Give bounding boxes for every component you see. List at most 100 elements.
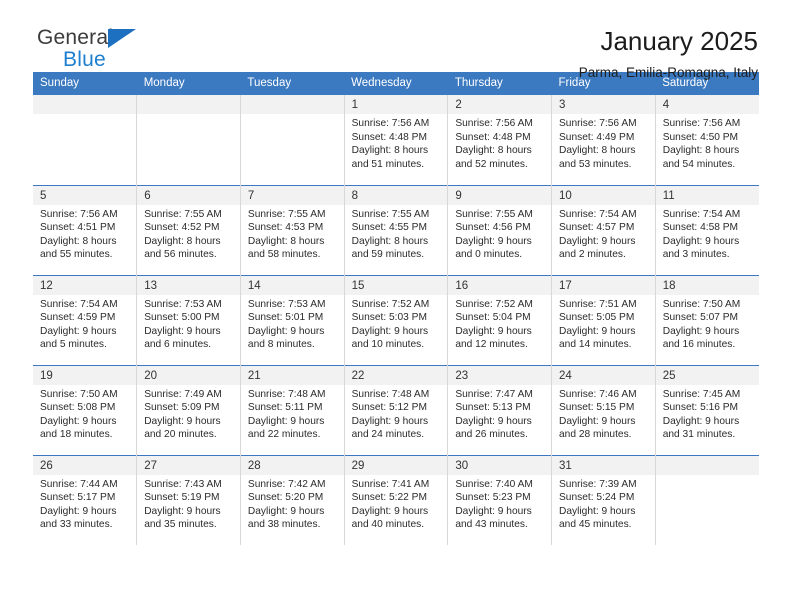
day-info-sunrise: Sunrise: 7:45 AM: [662, 388, 741, 400]
calendar-day-cell[interactable]: 4 Sunrise: 7:56 AM Sunset: 4:50 PM Daylight…: [655, 95, 759, 185]
day-info: Sunrise: 7:56 AM Sunset: 4:48 PM Daylight:…: [345, 114, 448, 171]
calendar-day-cell[interactable]: 21 Sunrise: 7:48 AM Sunset: 5:11 PM Dayligh…: [240, 364, 345, 455]
day-info-sunset: Sunset: 4:56 PM: [455, 222, 531, 234]
calendar-day-cell[interactable]: 17 Sunrise: 7:51 AM Sunset: 5:05 PM Dayligh…: [551, 274, 656, 365]
calendar-day-cell[interactable]: 2 Sunrise: 7:56 AM Sunset: 4:48 PM Daylight…: [447, 95, 553, 185]
day-info-sunrise: Sunrise: 7:55 AM: [247, 208, 326, 220]
calendar-day-cell[interactable]: 11 Sunrise: 7:54 AM Sunset: 4:58 PM Dayligh…: [655, 184, 759, 275]
day-number: 19: [33, 365, 137, 385]
calendar-day-cell[interactable]: 27 Sunrise: 7:43 AM Sunset: 5:19 PM Dayligh…: [136, 454, 241, 545]
day-info-sunrise: Sunrise: 7:41 AM: [351, 478, 430, 490]
day-info: Sunrise: 7:55 AM Sunset: 4:55 PM Daylight:…: [345, 205, 448, 262]
day-info-sunset: Sunset: 4:51 PM: [40, 222, 116, 234]
day-info-sunrise: Sunrise: 7:50 AM: [662, 298, 741, 310]
day-info-daylight1: Daylight: 9 hours: [144, 505, 221, 517]
day-cell-content: [33, 95, 137, 185]
calendar-day-cell[interactable]: 15 Sunrise: 7:52 AM Sunset: 5:03 PM Dayligh…: [344, 274, 449, 365]
day-number: 6: [137, 185, 240, 205]
day-info-sunset: Sunset: 4:57 PM: [559, 222, 635, 234]
day-info-daylight1: Daylight: 9 hours: [351, 505, 429, 517]
day-info-sunset: Sunset: 5:23 PM: [455, 492, 531, 504]
day-cell-content: 1 Sunrise: 7:56 AM Sunset: 4:48 PM Daylight…: [344, 95, 448, 185]
day-info-daylight1: Daylight: 8 hours: [247, 235, 325, 247]
day-info-daylight2: and 6 minutes.: [144, 339, 212, 351]
calendar-page: General Blue January 2025 Parma, Emilia-…: [0, 0, 792, 612]
day-info-sunset: Sunset: 5:19 PM: [144, 492, 220, 504]
calendar-day-cell[interactable]: 13 Sunrise: 7:53 AM Sunset: 5:00 PM Dayligh…: [136, 274, 241, 365]
day-cell-content: 9 Sunrise: 7:55 AM Sunset: 4:56 PM Daylight…: [448, 185, 552, 275]
day-number: 11: [655, 185, 759, 205]
day-info: Sunrise: 7:54 AM Sunset: 4:59 PM Daylight:…: [33, 295, 136, 352]
calendar-day-cell[interactable]: 23 Sunrise: 7:47 AM Sunset: 5:13 PM Dayligh…: [447, 364, 553, 455]
calendar-day-cell[interactable]: 24 Sunrise: 7:46 AM Sunset: 5:15 PM Dayligh…: [551, 364, 656, 455]
day-info-daylight2: and 0 minutes.: [455, 249, 523, 261]
day-cell-content: 19 Sunrise: 7:50 AM Sunset: 5:08 PM Dayligh…: [33, 365, 137, 455]
day-info-sunset: Sunset: 5:08 PM: [40, 402, 116, 414]
day-cell-content: 25 Sunrise: 7:45 AM Sunset: 5:16 PM Dayligh…: [655, 365, 759, 455]
day-info-daylight2: and 54 minutes.: [662, 158, 736, 170]
calendar-day-cell[interactable]: 28 Sunrise: 7:42 AM Sunset: 5:20 PM Dayligh…: [240, 454, 345, 546]
calendar-day-cell[interactable]: 5 Sunrise: 7:56 AM Sunset: 4:51 PM Daylight…: [33, 184, 138, 275]
day-info-daylight1: Daylight: 9 hours: [559, 235, 636, 247]
day-info-sunrise: Sunrise: 7:39 AM: [559, 478, 637, 490]
calendar-day-cell[interactable]: 20 Sunrise: 7:49 AM Sunset: 5:09 PM Dayligh…: [136, 364, 241, 455]
day-info-sunrise: Sunrise: 7:55 AM: [455, 208, 533, 220]
day-info-daylight1: Daylight: 9 hours: [40, 415, 117, 427]
calendar-day-cell[interactable]: 16 Sunrise: 7:52 AM Sunset: 5:04 PM Dayligh…: [447, 274, 553, 365]
calendar-day-cell[interactable]: 3 Sunrise: 7:56 AM Sunset: 4:49 PM Daylight…: [551, 95, 656, 185]
calendar-day-cell[interactable]: 10 Sunrise: 7:54 AM Sunset: 4:57 PM Dayligh…: [551, 184, 656, 275]
day-cell-content: [137, 95, 240, 185]
day-number: 14: [240, 275, 344, 295]
calendar-day-cell[interactable]: 7 Sunrise: 7:55 AM Sunset: 4:53 PM Daylight…: [240, 184, 345, 275]
calendar-day-cell[interactable]: 31 Sunrise: 7:39 AM Sunset: 5:24 PM Dayligh…: [551, 454, 656, 545]
day-info-sunset: Sunset: 5:12 PM: [351, 402, 427, 414]
day-cell-content: 23 Sunrise: 7:47 AM Sunset: 5:13 PM Dayligh…: [448, 365, 552, 455]
day-info-daylight2: and 12 minutes.: [455, 339, 528, 351]
day-cell-content: 12 Sunrise: 7:54 AM Sunset: 4:59 PM Dayligh…: [33, 275, 137, 365]
triangle-flag-icon: [108, 29, 136, 48]
day-info-sunset: Sunset: 4:55 PM: [351, 222, 427, 234]
day-info-sunset: Sunset: 5:04 PM: [455, 312, 531, 324]
day-info-daylight2: and 20 minutes.: [144, 429, 217, 441]
day-cell-content: [240, 95, 344, 185]
calendar-day-cell[interactable]: 18 Sunrise: 7:50 AM Sunset: 5:07 PM Dayligh…: [655, 274, 759, 365]
day-cell-content: 24 Sunrise: 7:46 AM Sunset: 5:15 PM Dayligh…: [552, 365, 655, 455]
day-info-daylight2: and 43 minutes.: [455, 519, 528, 531]
day-info-sunset: Sunset: 5:09 PM: [144, 402, 220, 414]
calendar-day-cell[interactable]: 6 Sunrise: 7:55 AM Sunset: 4:52 PM Daylight…: [136, 184, 241, 275]
calendar-day-cell[interactable]: 8 Sunrise: 7:55 AM Sunset: 4:55 PM Daylight…: [344, 184, 449, 275]
day-info-daylight2: and 8 minutes.: [247, 339, 315, 351]
logo[interactable]: General Blue: [33, 26, 213, 78]
day-cell-content: 28 Sunrise: 7:42 AM Sunset: 5:20 PM Dayligh…: [240, 455, 344, 546]
calendar-day-cell[interactable]: 29 Sunrise: 7:41 AM Sunset: 5:22 PM Dayligh…: [344, 454, 449, 545]
calendar-day-cell[interactable]: 19 Sunrise: 7:50 AM Sunset: 5:08 PM Dayligh…: [33, 364, 138, 455]
calendar-day-cell[interactable]: 12 Sunrise: 7:54 AM Sunset: 4:59 PM Dayligh…: [33, 274, 138, 365]
day-info-daylight2: and 45 minutes.: [559, 519, 632, 531]
day-number: 1: [344, 95, 448, 114]
day-info-daylight1: Daylight: 9 hours: [455, 235, 532, 247]
day-number: 24: [552, 365, 655, 385]
day-number: 30: [448, 455, 552, 475]
calendar-day-cell[interactable]: 22 Sunrise: 7:48 AM Sunset: 5:12 PM Dayligh…: [344, 364, 449, 455]
calendar-day-cell[interactable]: 30 Sunrise: 7:40 AM Sunset: 5:23 PM Dayligh…: [447, 454, 553, 545]
day-cell-content: 6 Sunrise: 7:55 AM Sunset: 4:52 PM Daylight…: [137, 185, 240, 275]
calendar-day-cell[interactable]: 25 Sunrise: 7:45 AM Sunset: 5:16 PM Dayligh…: [655, 364, 759, 455]
day-number: 10: [552, 185, 655, 205]
calendar-day-cell[interactable]: 14 Sunrise: 7:53 AM Sunset: 5:01 PM Dayligh…: [240, 274, 345, 365]
day-cell-content: 16 Sunrise: 7:52 AM Sunset: 5:04 PM Dayligh…: [448, 275, 552, 365]
day-info-sunset: Sunset: 5:13 PM: [455, 402, 531, 414]
calendar-day-cell[interactable]: 26 Sunrise: 7:44 AM Sunset: 5:17 PM Dayligh…: [33, 454, 138, 545]
day-info: Sunrise: 7:53 AM Sunset: 5:00 PM Daylight:…: [137, 295, 240, 352]
day-info-daylight1: Daylight: 9 hours: [247, 325, 325, 337]
day-info: Sunrise: 7:50 AM Sunset: 5:08 PM Daylight:…: [33, 385, 136, 442]
day-number: 21: [240, 365, 344, 385]
calendar-day-cell[interactable]: 9 Sunrise: 7:55 AM Sunset: 4:56 PM Daylight…: [447, 184, 553, 275]
day-info-daylight1: Daylight: 9 hours: [247, 415, 325, 427]
calendar-day-cell[interactable]: 1 Sunrise: 7:56 AM Sunset: 4:48 PM Daylight…: [344, 95, 449, 185]
day-cell-content: 20 Sunrise: 7:49 AM Sunset: 5:09 PM Dayligh…: [137, 365, 240, 455]
day-info-daylight1: Daylight: 9 hours: [662, 415, 740, 427]
day-number: 9: [448, 185, 552, 205]
day-info-sunset: Sunset: 5:00 PM: [144, 312, 220, 324]
day-info: Sunrise: 7:39 AM Sunset: 5:24 PM Daylight:…: [552, 475, 655, 532]
day-number: 27: [137, 455, 240, 475]
